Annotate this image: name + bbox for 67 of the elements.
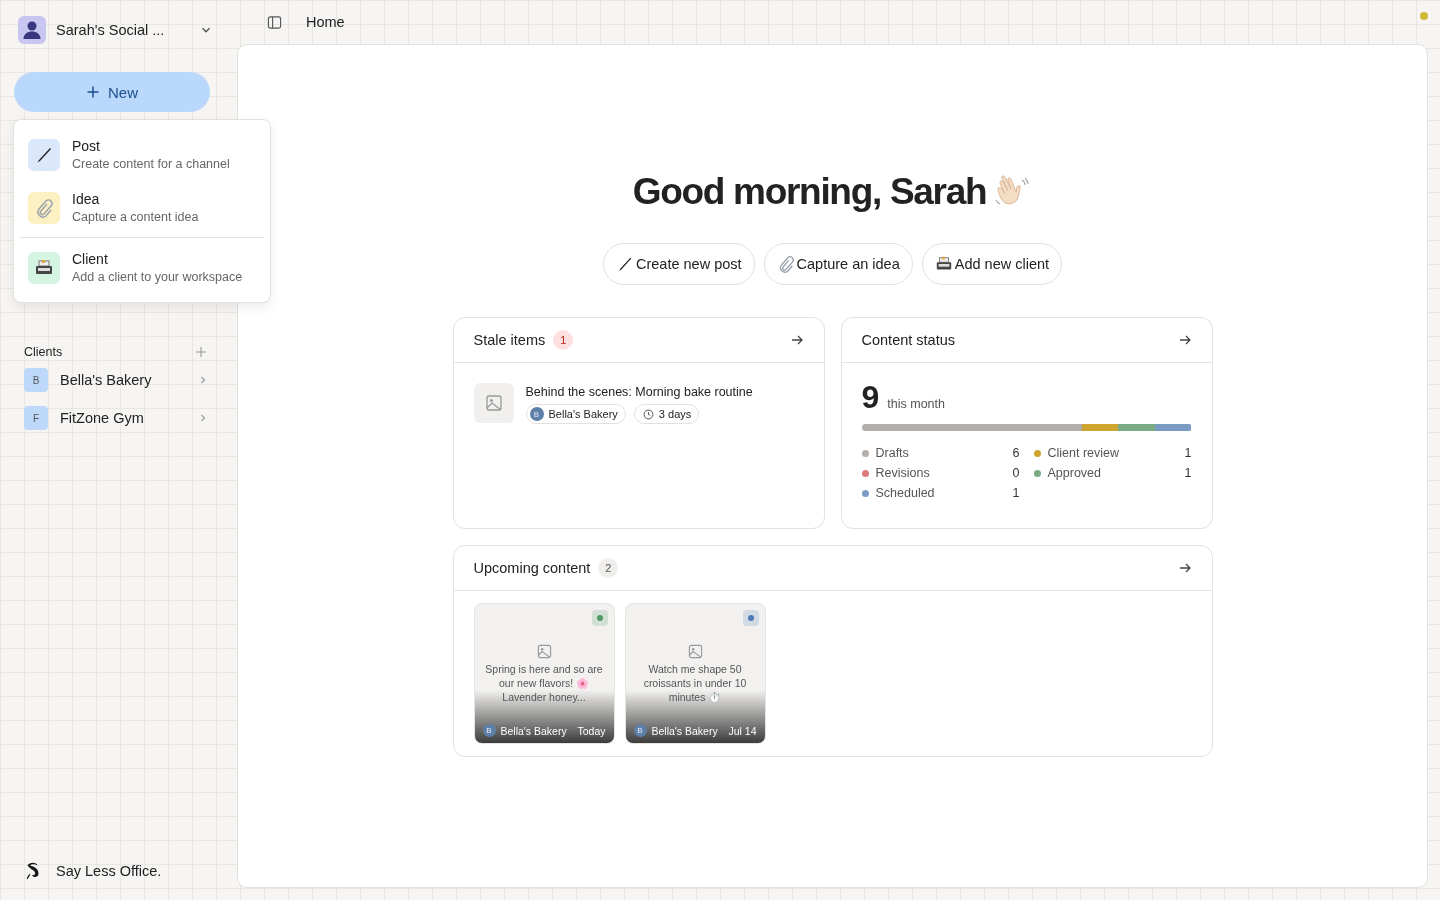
status-indicator (742, 610, 759, 626)
quick-action-button[interactable]: Create new post (602, 243, 755, 285)
menu-item-title: Post (72, 138, 101, 154)
menu-item[interactable]: Post Create content for a channel (20, 128, 264, 181)
quick-action-button[interactable]: Add new client (921, 243, 1063, 285)
client-initial: B (482, 724, 496, 737)
greeting: Good morning, Sarah (632, 171, 987, 213)
legend-count: 1 (1184, 446, 1192, 460)
arrow-right-icon[interactable] (789, 333, 804, 347)
legend-label: Drafts (875, 446, 910, 460)
new-button[interactable]: New (14, 72, 210, 112)
client-initial: B (24, 368, 48, 392)
client-name: Bella's Bakery (548, 408, 618, 420)
client-initial: F (24, 406, 48, 430)
menu-item-description: Create content for a channel (72, 157, 230, 171)
arrow-right-icon[interactable] (1177, 561, 1192, 575)
plus-icon (86, 85, 100, 99)
image-icon (536, 644, 552, 659)
age-label: 3 days (658, 408, 692, 420)
client-initial: B (529, 407, 544, 421)
count-badge: 1 (553, 330, 574, 350)
tile-caption: Spring is here and so are our new flavors! 🌸 Lavender honey... (484, 662, 604, 704)
menu-item[interactable]: Client Add a client to your workspace (20, 241, 264, 294)
legend-label: Scheduled (875, 486, 936, 500)
image-placeholder-icon (473, 383, 514, 423)
client-item[interactable]: F FitZone Gym (14, 401, 223, 435)
client-name: Bella's Bakery (651, 724, 718, 737)
menu-item-description: Add a client to your workspace (72, 270, 243, 284)
legend-count: 1 (1184, 466, 1192, 480)
sidebar-toggle-icon[interactable] (267, 14, 282, 30)
brand-name: Say Less Office. (56, 863, 162, 879)
menu-item-title: Client (72, 251, 109, 267)
legend-count: 0 (1012, 466, 1020, 480)
tile-caption: Watch me shape 50 croissants in under 10 minutes ⏱ (642, 662, 748, 704)
client-item[interactable]: B Bella's Bakery (14, 363, 223, 397)
client-name: Bella's Bakery (500, 724, 567, 737)
status-indicator (591, 610, 608, 626)
menu-item-title: Idea (72, 191, 101, 207)
menu-item[interactable]: Idea Capture a content idea (20, 181, 264, 234)
section-title: Clients (24, 345, 63, 359)
arrow-right-icon[interactable] (1177, 333, 1192, 347)
item-title[interactable]: Behind the scenes: Morning bake routine (525, 385, 753, 399)
card-title: Content status (861, 332, 955, 348)
quick-action-button[interactable]: Capture an idea (763, 243, 913, 285)
clock-icon (642, 408, 654, 420)
content-tile[interactable]: Spring is here and so are our new flavors! 🌸 Lavender honey... B Bella's Bakery Today (473, 603, 615, 744)
avatar-icon (18, 16, 46, 44)
total-count: 9 (861, 379, 880, 416)
period-label: this month (887, 397, 945, 411)
card-title: Upcoming content (473, 560, 591, 576)
paperclip-icon (34, 197, 54, 218)
card-title: Stale items (473, 332, 546, 348)
legend-count: 1 (1012, 486, 1020, 500)
tile-date: Today (577, 724, 606, 737)
menu-item-description: Capture a content idea (72, 210, 199, 224)
legend-label: Client review (1047, 446, 1121, 460)
legend-count: 6 (1012, 446, 1020, 460)
content-tile[interactable]: Watch me shape 50 croissants in under 10 minutes ⏱ B Bella's Bakery Jul 14 (624, 603, 766, 744)
image-icon (687, 644, 703, 659)
status-dot (1420, 12, 1428, 20)
count-badge: 2 (598, 558, 619, 578)
legend-label: Revisions (875, 466, 931, 480)
client-initial: B (633, 724, 647, 737)
legend-label: Approved (1047, 466, 1102, 480)
workspace-name[interactable]: Sarah's Social ... (56, 22, 189, 38)
tile-date: Jul 14 (728, 724, 757, 737)
breadcrumb[interactable]: Home (306, 14, 345, 30)
